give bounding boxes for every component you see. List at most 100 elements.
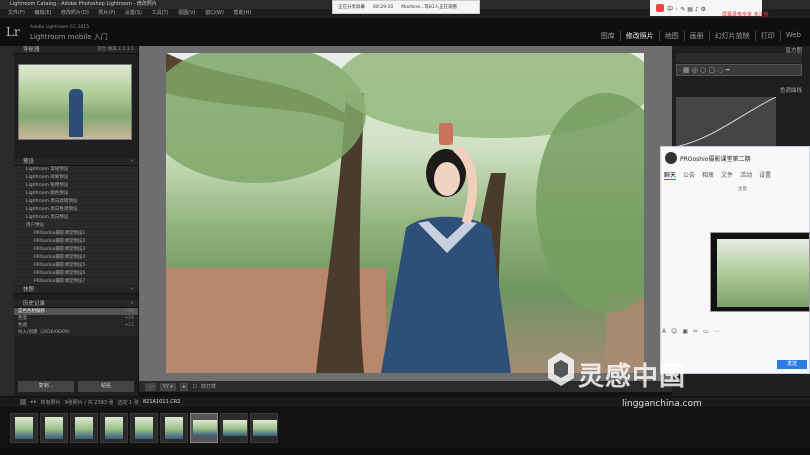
menu-settings[interactable]: 设置(S) [125, 10, 142, 16]
history-value: +16 [124, 316, 135, 321]
loupe-view-icon[interactable]: ▭ [145, 382, 156, 391]
film-thumb[interactable] [160, 413, 188, 443]
history-item[interactable]: 蓝色色相偏移 +19 [14, 308, 138, 315]
more-icon[interactable]: ⋯ [714, 328, 720, 335]
tab-notice[interactable]: 公告 [683, 170, 695, 180]
module-slideshow[interactable]: 幻灯片放映 [708, 31, 755, 41]
screenshot-icon[interactable]: ✂ [693, 328, 698, 335]
zoom-1-1[interactable]: 1:1 [118, 47, 125, 52]
history-item[interactable]: 色温 +16 [14, 315, 138, 322]
navigator-header[interactable]: 导航器 适合 填满 1:1 3:1 [14, 46, 138, 54]
share-viewers: Machine...等81人正在观看 [401, 5, 458, 10]
user-preset-item[interactable]: PROoshio摄影课堂预设4 [14, 254, 138, 262]
screen-share-preview[interactable] [710, 232, 810, 312]
module-library[interactable]: 图库 [596, 31, 620, 41]
film-thumb-selected[interactable] [190, 413, 218, 443]
menu-view[interactable]: 视图(V) [178, 10, 195, 16]
preset-list: Lightroom 常规预设 Lightroom 效果预设 Lightroom 锐用… [14, 166, 138, 286]
film-thumb[interactable] [250, 413, 278, 443]
menu-photo[interactable]: 照片(P) [98, 10, 115, 16]
menu-window[interactable]: 窗口(W) [205, 10, 224, 16]
history-label: 蓝色色相偏移 [18, 309, 45, 314]
history-value: +19 [124, 309, 135, 314]
film-thumb[interactable] [100, 413, 128, 443]
zoom-3-1[interactable]: 3:1 [127, 47, 134, 52]
navigator-preview[interactable] [18, 64, 132, 140]
tab-settings[interactable]: 设置 [759, 170, 771, 180]
add-snapshot-icon[interactable]: + [130, 286, 134, 294]
grid-view-icon[interactable] [20, 399, 26, 405]
bottom-edge[interactable] [0, 448, 810, 455]
module-picker: 图库 修改照片 地图 画册 幻灯片放映 打印 Web [596, 31, 806, 41]
filmstrip-source[interactable]: 所有照片 [41, 399, 61, 406]
preset-folder[interactable]: Lightroom 锐用预设 [14, 182, 138, 190]
emoji-icon[interactable]: ☺ [671, 328, 677, 335]
module-web[interactable]: Web [779, 31, 806, 41]
history-item[interactable]: 色调 +15 [14, 322, 138, 329]
thumb-image [223, 420, 247, 436]
clear-history-icon[interactable]: × [130, 300, 134, 308]
user-preset-item[interactable]: PROoshio摄影课堂预设5 [14, 262, 138, 270]
module-book[interactable]: 画册 [683, 31, 709, 41]
copy-button[interactable]: 复制... [18, 381, 74, 392]
preset-folder[interactable]: Lightroom 黑白滤镜预设 [14, 198, 138, 206]
film-thumb[interactable] [220, 413, 248, 443]
film-thumb[interactable] [70, 413, 98, 443]
menu-file[interactable]: 文件(F) [8, 10, 25, 16]
send-button[interactable]: 发送 [777, 360, 807, 369]
tool-strip[interactable]: ▦ ◎ ○ ▢ ◌ ━ [676, 64, 802, 76]
film-thumb[interactable] [10, 413, 38, 443]
before-after-icon[interactable]: YY ▾ [159, 382, 176, 391]
tab-activity[interactable]: 活动 [740, 170, 752, 180]
preset-folder[interactable]: Lightroom 常规预设 [14, 166, 138, 174]
tone-curve-graph[interactable] [675, 96, 777, 148]
film-thumb[interactable] [40, 413, 68, 443]
tab-chat[interactable]: 聊天 [664, 170, 677, 180]
zoom-fit[interactable]: 适合 [97, 47, 106, 52]
screen-share-bar[interactable]: 正在分享屏幕 00:29:10 Machine...等81人正在观看 [332, 0, 480, 14]
snapshots-header[interactable]: 快照 + [14, 286, 138, 294]
filename: 821A1011.CR2 [142, 399, 181, 405]
image-icon[interactable]: ▣ [682, 328, 688, 335]
preset-folder[interactable]: Lightroom 黑白色调预设 [14, 206, 138, 214]
soft-proof-check[interactable]: ☐ [192, 384, 196, 390]
user-preset-item[interactable]: PROoshio摄影课堂预设1 [14, 230, 138, 238]
navigator-zoom[interactable]: 适合 填满 1:1 3:1 [97, 46, 134, 54]
paste-button[interactable]: 粘贴 [78, 381, 134, 392]
preset-folder[interactable]: 用户预设 [14, 222, 138, 230]
menu-tools[interactable]: 工具(T) [152, 10, 169, 16]
nav-arrows-icon[interactable]: ◂ ▸ [30, 399, 37, 405]
ime-icon[interactable] [656, 4, 664, 12]
photo-canvas[interactable] [166, 53, 644, 373]
folder-icon[interactable]: ▭ [703, 328, 709, 335]
film-thumb[interactable] [130, 413, 158, 443]
flag-toggle-icon[interactable]: ▸ [179, 382, 189, 391]
thumb-image [253, 420, 277, 436]
menu-edit[interactable]: 编辑(E) [34, 10, 51, 16]
zoom-fill[interactable]: 填满 [108, 47, 117, 52]
crop-tool-icon[interactable]: ▦ ◎ ○ ▢ ◌ ━ [683, 66, 730, 74]
left-edge[interactable] [0, 46, 14, 396]
preset-folder[interactable]: Lightroom 颜色预设 [14, 190, 138, 198]
history-item[interactable]: 导入/创建（2016/06/09） [14, 329, 138, 336]
module-map[interactable]: 地图 [658, 31, 684, 41]
presets-header[interactable]: 预设 + [14, 158, 138, 166]
preset-folder[interactable]: Lightroom 效果预设 [14, 174, 138, 182]
tab-files[interactable]: 文件 [721, 170, 733, 180]
module-print[interactable]: 打印 [754, 31, 780, 41]
foliage-left [166, 53, 366, 183]
font-icon[interactable]: A [662, 328, 666, 335]
preset-folder[interactable]: Lightroom 黑白预设 [14, 214, 138, 222]
menu-develop[interactable]: 修改照片(D) [61, 10, 89, 16]
user-preset-item[interactable]: PROoshio摄影课堂预设2 [14, 238, 138, 246]
module-develop[interactable]: 修改照片 [619, 31, 659, 41]
user-preset-item[interactable]: PROoshio摄影课堂预设7 [14, 278, 138, 286]
lightroom-logo: Lr [6, 25, 20, 39]
history-header[interactable]: 历史记录 × [14, 300, 138, 308]
thumb-image [135, 417, 153, 439]
tab-album[interactable]: 相册 [702, 170, 714, 180]
user-preset-item[interactable]: PROoshio摄影课堂预设6 [14, 270, 138, 278]
menu-help[interactable]: 帮助(H) [234, 10, 252, 16]
user-preset-item[interactable]: PROoshio摄影课堂预设3 [14, 246, 138, 254]
add-preset-icon[interactable]: + [130, 158, 134, 166]
